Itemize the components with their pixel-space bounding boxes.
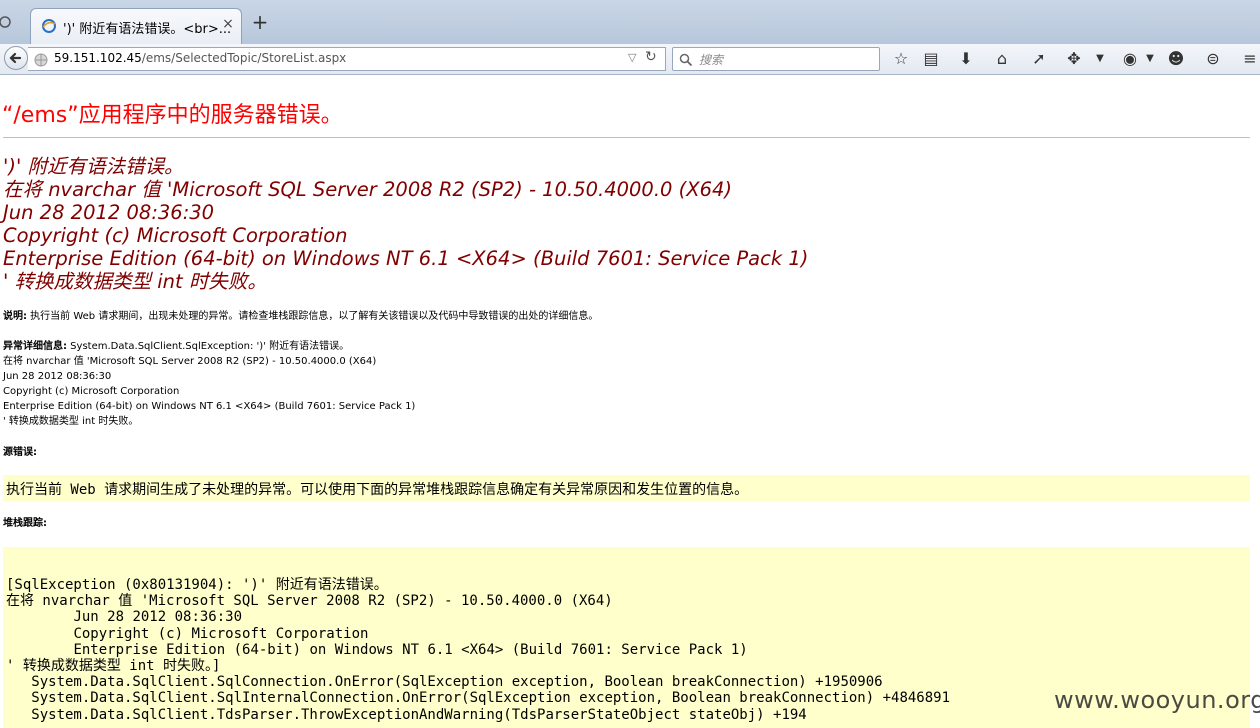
menu-icon[interactable]: ≡ <box>1240 49 1260 69</box>
globe-icon <box>34 52 48 67</box>
description: 说明: 执行当前 Web 请求期间，出现未处理的异常。请检查堆栈跟踪信息，以了解… <box>3 309 598 324</box>
source-error-text: 执行当前 Web 请求期间生成了未处理的异常。可以使用下面的异常堆栈跟踪信息确定… <box>6 482 749 498</box>
exception-details: 异常详细信息: System.Data.SqlClient.SqlExcepti… <box>3 339 415 429</box>
chat-icon[interactable]: ☻ <box>1166 49 1186 69</box>
url-host: 59.151.102.45 <box>54 51 142 65</box>
search-bar[interactable]: 搜索 <box>672 47 880 71</box>
new-tab-button[interactable]: + <box>250 12 270 32</box>
search-placeholder: 搜索 <box>699 53 724 67</box>
stack-trace-text: [SqlException (0x80131904): ')' 附近有语法错误。… <box>6 577 951 723</box>
source-error-box: 执行当前 Web 请求期间生成了未处理的异常。可以使用下面的异常堆栈跟踪信息确定… <box>3 475 1250 501</box>
addon-icon[interactable]: ✥ <box>1064 49 1084 69</box>
back-button[interactable] <box>4 46 28 70</box>
proxy-icon[interactable]: ◉ <box>1120 49 1140 69</box>
chevron-down-icon[interactable]: ▼ <box>1090 49 1110 69</box>
divider <box>3 137 1250 138</box>
download-icon[interactable]: ⬇ <box>956 49 976 69</box>
exception-text: System.Data.SqlClient.SqlException: ')' … <box>3 341 416 427</box>
source-error-label: 源错误: <box>3 445 37 460</box>
tab-active[interactable]: ')' 附近有语法错误。<br>... × <box>30 8 242 44</box>
stack-trace-label-text: 堆栈跟踪: <box>3 518 47 529</box>
back-arrow-icon <box>9 52 22 64</box>
ie-page-icon <box>41 18 57 34</box>
tab-strip: ')' 附近有语法错误。<br>... × + <box>0 0 1260 44</box>
page-title: “/ems”应用程序中的服务器错误。 <box>2 103 343 128</box>
search-icon <box>679 52 693 67</box>
bookmark-star-icon[interactable]: ☆ <box>891 49 911 69</box>
reload-icon[interactable]: ↻ <box>645 49 657 65</box>
url-text: 59.151.102.45/ems/SelectedTopic/StoreLis… <box>54 51 346 65</box>
exception-label: 异常详细信息: <box>3 341 67 352</box>
page-content: “/ems”应用程序中的服务器错误。 ')' 附近有语法错误。 在将 nvarc… <box>0 75 1260 728</box>
tab-title: ')' 附近有语法错误。<br>... <box>63 22 232 37</box>
description-label: 说明: <box>3 311 27 322</box>
error-heading: ')' 附近有语法错误。 在将 nvarchar 值 'Microsoft SQ… <box>3 155 809 293</box>
url-bar[interactable]: 59.151.102.45/ems/SelectedTopic/StoreLis… <box>28 47 666 71</box>
navigation-bar: 59.151.102.45/ems/SelectedTopic/StoreLis… <box>0 44 1260 75</box>
send-icon[interactable]: ➚ <box>1029 49 1049 69</box>
close-icon[interactable]: × <box>220 16 236 32</box>
reading-list-icon[interactable]: ▤ <box>921 49 941 69</box>
account-icon[interactable]: ⊜ <box>1203 49 1223 69</box>
description-text: 执行当前 Web 请求期间，出现未处理的异常。请检查堆栈跟踪信息，以了解有关该错… <box>27 311 599 322</box>
app-menu-icon[interactable] <box>0 14 14 30</box>
home-icon[interactable]: ⌂ <box>992 49 1012 69</box>
url-path: /ems/SelectedTopic/StoreList.aspx <box>141 51 347 65</box>
source-error-label-text: 源错误: <box>3 447 37 458</box>
watermark: www.wooyun.org <box>1054 686 1260 714</box>
stack-trace-label: 堆栈跟踪: <box>3 516 47 531</box>
url-dropdown-icon[interactable]: ▽ <box>628 51 636 64</box>
proxy-dropdown-icon[interactable]: ▼ <box>1140 49 1160 69</box>
